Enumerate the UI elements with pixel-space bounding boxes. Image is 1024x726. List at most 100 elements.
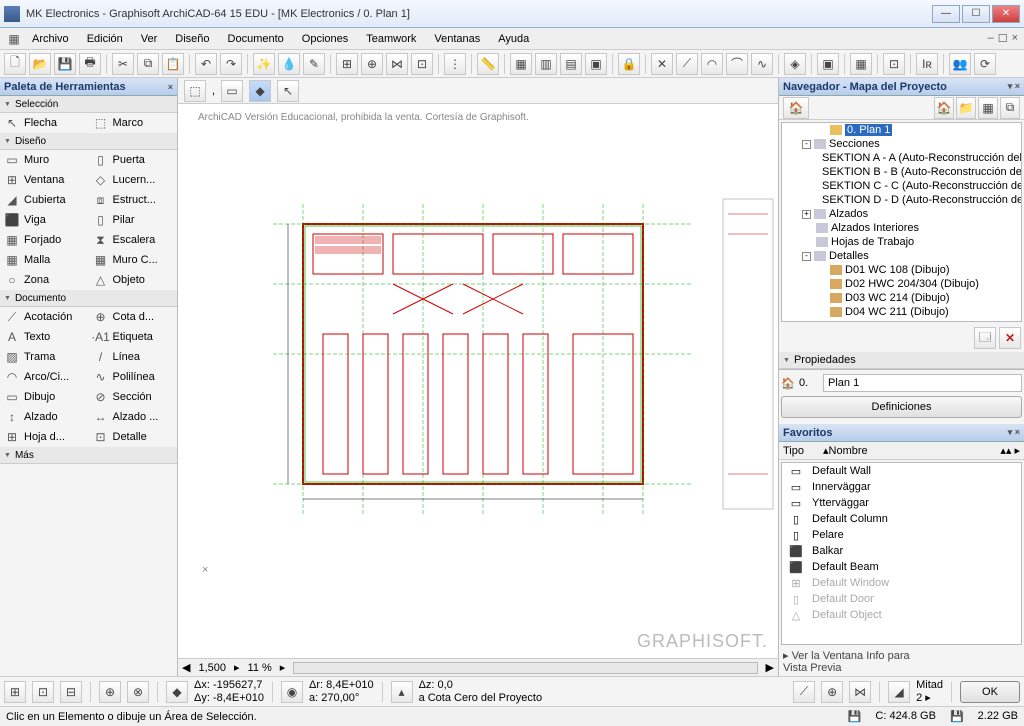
tree-item[interactable]: SEKTION C - C (Auto-Reconstrucción del	[782, 179, 1021, 193]
snap-d2-icon[interactable]: ⊕	[821, 681, 843, 703]
menu-teamwork[interactable]: Teamwork	[358, 31, 424, 47]
tool-malla[interactable]: ▦Malla	[0, 250, 89, 270]
tool-arcoci[interactable]: ◠Arco/Ci...	[0, 367, 89, 387]
group3-icon[interactable]: ▤	[560, 53, 582, 75]
close-button[interactable]: ✕	[992, 5, 1020, 23]
tool-acotacin[interactable]: ⟋Acotación	[0, 307, 89, 327]
group-más[interactable]: Más	[0, 447, 177, 464]
snap-d1-icon[interactable]: ⟋	[793, 681, 815, 703]
canvas[interactable]: ArchiCAD Versión Educacional, prohibida …	[178, 104, 778, 658]
ok-button[interactable]: OK	[960, 681, 1020, 703]
coord-b2-icon[interactable]: ⊡	[32, 681, 54, 703]
favorites-list[interactable]: ▭Default Wall▭Innerväggar▭Ytterväggar▯De…	[781, 462, 1022, 645]
coord-mode-icon[interactable]: ◆	[166, 681, 188, 703]
favorites-header[interactable]: Favoritos ▾ ×	[779, 424, 1024, 442]
mode2-icon[interactable]: ◆	[249, 80, 271, 102]
snap2-icon[interactable]: ⊕	[361, 53, 383, 75]
nav-v2-icon[interactable]: 📁	[956, 97, 976, 119]
group1-icon[interactable]: ▦	[510, 53, 532, 75]
tool-alzado[interactable]: ↔Alzado ...	[89, 407, 178, 427]
definitions-button[interactable]: Definiciones	[781, 396, 1022, 418]
menu-archivo[interactable]: Archivo	[24, 31, 77, 47]
menu-ayuda[interactable]: Ayuda	[490, 31, 537, 47]
props-header[interactable]: Propiedades	[779, 352, 1024, 369]
grid-icon[interactable]: ⋮	[444, 53, 466, 75]
tool-cotad[interactable]: ⊕Cota d...	[89, 307, 178, 327]
favorite-item[interactable]: ⬛Balkar	[782, 543, 1021, 559]
copy-icon[interactable]: ⧉	[137, 53, 159, 75]
tool-viga[interactable]: ⬛Viga	[0, 210, 89, 230]
tool-alzado[interactable]: ↕Alzado	[0, 407, 89, 427]
tree-item[interactable]: D02 HWC 204/304 (Dibujo)	[782, 277, 1021, 291]
menu-diseno[interactable]: Diseño	[167, 31, 217, 47]
menu-documento[interactable]: Documento	[220, 31, 292, 47]
tool-marco[interactable]: ⬚Marco	[89, 113, 178, 133]
hscroll-left-icon[interactable]: ◀	[182, 661, 190, 674]
tree-item[interactable]: SEKTION B - B (Auto-Reconstrucción del	[782, 165, 1021, 179]
coord-b5-icon[interactable]: ⊗	[127, 681, 149, 703]
tree-item[interactable]: D03 WC 214 (Dibujo)	[782, 291, 1021, 305]
view2-icon[interactable]: ▦	[850, 53, 872, 75]
zoom-percent[interactable]: 11 %	[248, 662, 272, 674]
favorite-item[interactable]: ▯Default Column	[782, 511, 1021, 527]
favorite-item[interactable]: ▯Pelare	[782, 527, 1021, 543]
group2-icon[interactable]: ▥	[535, 53, 557, 75]
favorites-opts-icon[interactable]: ▾ ×	[1008, 427, 1020, 438]
save-icon[interactable]: 💾	[54, 53, 76, 75]
group-diseño[interactable]: Diseño	[0, 133, 177, 150]
dropper-icon[interactable]: 💧	[278, 53, 300, 75]
palette-header[interactable]: Paleta de Herramientas ×	[0, 78, 177, 96]
tool-seccin[interactable]: ⊘Sección	[89, 387, 178, 407]
mdi-close[interactable]: ×	[1012, 32, 1018, 45]
menu-edicion[interactable]: Edición	[79, 31, 131, 47]
snap1-icon[interactable]: ⊞	[336, 53, 358, 75]
view1-icon[interactable]: ▣	[817, 53, 839, 75]
tool-muro[interactable]: ▭Muro	[0, 150, 89, 170]
new-icon[interactable]: 🗋	[4, 53, 26, 75]
navigator-opts-icon[interactable]: ▾ ×	[1008, 81, 1020, 92]
tool-hojad[interactable]: ⊞Hoja d...	[0, 427, 89, 447]
tw1-icon[interactable]: 👥	[949, 53, 971, 75]
lock-icon[interactable]: 🔒	[618, 53, 640, 75]
ruler-icon[interactable]: 📏	[477, 53, 499, 75]
coord-b1-icon[interactable]: ⊞	[4, 681, 26, 703]
palette-close-icon[interactable]: ×	[168, 82, 173, 92]
tree-item[interactable]: 0. Plan 1	[782, 123, 1021, 137]
cursor-icon[interactable]: ↖	[277, 80, 299, 102]
redo-icon[interactable]: ↷	[220, 53, 242, 75]
nav-v1-icon[interactable]: 🏠	[934, 97, 954, 119]
tree-item[interactable]: +Alzados	[782, 207, 1021, 221]
line2-icon[interactable]: ⟋	[676, 53, 698, 75]
undo-icon[interactable]: ↶	[195, 53, 217, 75]
fav-col-tipo[interactable]: Tipo	[783, 445, 823, 457]
tree-item[interactable]: D01 WC 108 (Dibujo)	[782, 263, 1021, 277]
tool-pilar[interactable]: ▯Pilar	[89, 210, 178, 230]
open-icon[interactable]: 📂	[29, 53, 51, 75]
app-menu-icon[interactable]: ▦	[6, 32, 22, 46]
coord-z-icon[interactable]: ▴	[391, 681, 413, 703]
tool-muroc[interactable]: ▦Muro C...	[89, 250, 178, 270]
pen-icon[interactable]: ✎	[303, 53, 325, 75]
trace-icon[interactable]: Iʀ	[916, 53, 938, 75]
navigator-header[interactable]: Navegador - Mapa del Proyecto ▾ ×	[779, 78, 1024, 96]
paste-icon[interactable]: 📋	[162, 53, 184, 75]
favorite-item[interactable]: ▭Innerväggar	[782, 479, 1021, 495]
hscrollbar[interactable]	[293, 662, 757, 674]
print-icon[interactable]: 🖶	[79, 53, 101, 75]
tool-texto[interactable]: ATexto	[0, 327, 89, 347]
nav-settings-icon[interactable]: 🗔	[974, 327, 996, 349]
group-selección[interactable]: Selección	[0, 96, 177, 113]
tool-polilnea[interactable]: ∿Polilínea	[89, 367, 178, 387]
favorite-item[interactable]: ▯Default Door	[782, 591, 1021, 607]
arc1-icon[interactable]: ◠	[701, 53, 723, 75]
view-scrollbar[interactable]: ◀ 1,500 ▸ 11 % ▸ ▶	[178, 658, 778, 676]
tool-ventana[interactable]: ⊞Ventana	[0, 170, 89, 190]
favorite-item[interactable]: ▭Ytterväggar	[782, 495, 1021, 511]
coord-b4-icon[interactable]: ⊕	[99, 681, 121, 703]
mdi-minimize[interactable]: –	[988, 32, 994, 45]
tool-objeto[interactable]: △Objeto	[89, 270, 178, 290]
group4-icon[interactable]: ▣	[585, 53, 607, 75]
tool-flecha[interactable]: ↖Flecha	[0, 113, 89, 133]
project-tree[interactable]: 0. Plan 1-SeccionesSEKTION A - A (Auto-R…	[781, 122, 1022, 322]
view3-icon[interactable]: ⊡	[883, 53, 905, 75]
